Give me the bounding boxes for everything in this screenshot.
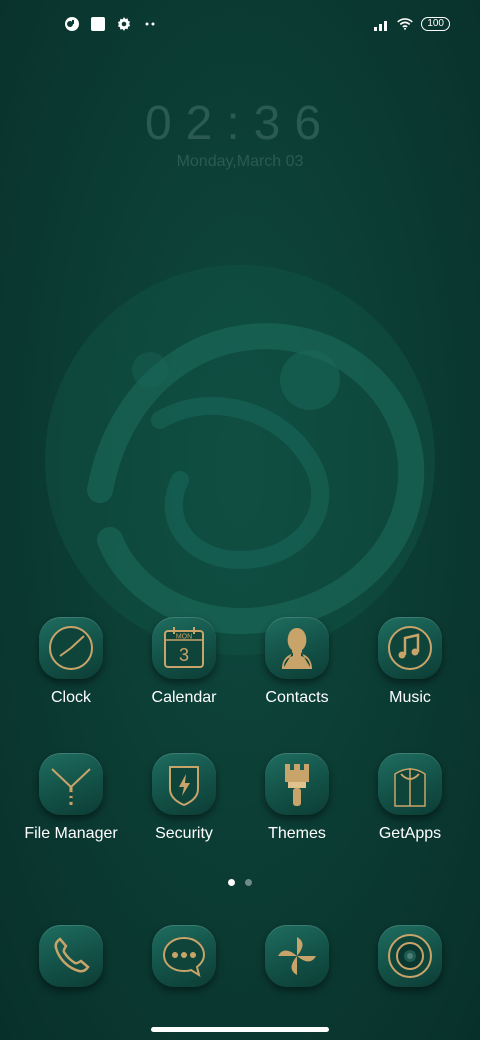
app-label: Music — [389, 689, 431, 706]
app-icon — [64, 16, 80, 32]
dragon-wallpaper-emblem — [45, 265, 435, 655]
security-icon — [152, 753, 216, 815]
dock-phone[interactable] — [15, 925, 127, 987]
getapps-icon — [378, 753, 442, 815]
clock-icon — [39, 617, 103, 679]
app-music[interactable]: Music — [354, 617, 466, 707]
calendar-icon: MON 3 — [152, 617, 216, 679]
dock-messages[interactable] — [128, 925, 240, 987]
app-themes[interactable]: Themes — [241, 753, 353, 843]
page-indicator[interactable] — [0, 879, 480, 886]
phone-icon — [39, 925, 103, 987]
contacts-icon — [265, 617, 329, 679]
app-contacts[interactable]: Contacts — [241, 617, 353, 707]
calendar-date-text: 3 — [179, 645, 189, 665]
square-icon — [90, 16, 106, 32]
app-label: GetApps — [378, 825, 442, 842]
app-label: File Manager — [24, 825, 118, 842]
messages-icon — [152, 925, 216, 987]
more-dots-icon — [142, 16, 158, 32]
page-dot-1[interactable] — [228, 879, 235, 886]
app-calendar[interactable]: MON 3 Calendar — [128, 617, 240, 707]
dock-pinwheel[interactable] — [241, 925, 353, 987]
app-getapps[interactable]: GetApps — [354, 753, 466, 843]
calendar-day-text: MON — [176, 634, 192, 641]
clock-date: Monday,March 03 — [176, 153, 304, 170]
app-label: Calendar — [151, 689, 217, 706]
app-security[interactable]: Security — [128, 753, 240, 843]
music-icon — [378, 617, 442, 679]
app-file-manager[interactable]: File Manager — [15, 753, 127, 843]
app-label: Clock — [50, 689, 91, 706]
signal-icon — [373, 16, 389, 32]
gear-icon — [116, 16, 132, 32]
pinwheel-icon — [265, 925, 329, 987]
home-gesture-bar[interactable] — [151, 1027, 329, 1032]
wifi-icon — [397, 16, 414, 32]
themes-icon — [265, 753, 329, 815]
app-clock[interactable]: Clock — [15, 617, 127, 707]
battery-indicator: 100 — [421, 17, 450, 31]
dock-camera[interactable] — [354, 925, 466, 987]
camera-icon — [378, 925, 442, 987]
clock-time: 02:36 — [144, 97, 336, 150]
status-bar: 100 — [0, 16, 480, 40]
file-manager-icon — [39, 753, 103, 815]
clock-widget[interactable]: 02:36 Monday,March 03 — [0, 96, 480, 171]
app-label: Themes — [268, 825, 326, 842]
page-dot-2[interactable] — [245, 879, 252, 886]
app-label: Contacts — [265, 689, 329, 706]
app-label: Security — [155, 825, 213, 842]
